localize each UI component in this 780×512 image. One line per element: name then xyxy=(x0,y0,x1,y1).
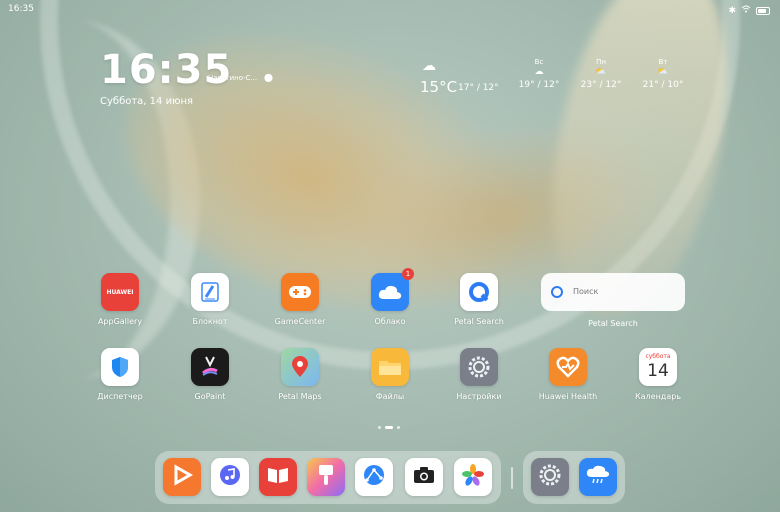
app-notepad[interactable]: Блокнот xyxy=(170,273,250,326)
app-petal-maps[interactable]: Petal Maps xyxy=(260,348,340,401)
gamepad-icon xyxy=(281,273,319,311)
app-petal-search[interactable]: Petal Search xyxy=(439,273,519,326)
app-cloud[interactable]: 1 Облако xyxy=(350,268,430,326)
location-pin-icon: ⬤ xyxy=(264,73,273,82)
page-dot[interactable] xyxy=(378,426,381,429)
notification-badge: 1 xyxy=(402,268,414,280)
play-icon xyxy=(171,464,194,490)
camera-icon xyxy=(412,465,436,489)
page-dot-active[interactable] xyxy=(385,426,393,429)
dock-weather-app[interactable] xyxy=(579,458,617,496)
cloud-rain-icon: ☁ xyxy=(422,58,436,74)
app-appgallery[interactable]: HUAWEI AppGallery xyxy=(80,273,160,326)
sun-cloud-icon: ⛅ xyxy=(657,67,669,77)
gopaint-icon xyxy=(191,348,229,386)
cloud-icon: 1 xyxy=(371,268,414,311)
wifi-icon xyxy=(741,5,751,16)
app-gamecenter[interactable]: GameCenter xyxy=(260,273,340,326)
dock-separator xyxy=(511,467,513,489)
forecast-day: Вс ☁ 19° / 12° xyxy=(514,58,564,90)
dock-settings-app[interactable] xyxy=(531,458,569,496)
status-time: 16:35 xyxy=(8,4,34,14)
dock-browser-app[interactable] xyxy=(355,458,393,496)
clock-time: 16:35 xyxy=(100,47,233,93)
app-gopaint[interactable]: GoPaint xyxy=(170,348,250,401)
app-dispatcher[interactable]: Диспетчер xyxy=(80,348,160,401)
appgallery-icon: HUAWEI xyxy=(101,273,139,311)
clock-widget[interactable]: 16:35 Нагатино-С... ⬤ Суббота, 14 июня xyxy=(100,47,273,107)
cloud-rain-icon: ☁ xyxy=(534,67,544,77)
dock-gallery-app[interactable] xyxy=(454,458,492,496)
petal-search-widget[interactable]: Поиск xyxy=(541,273,685,311)
flower-icon xyxy=(461,463,485,491)
page-indicator[interactable] xyxy=(378,426,400,429)
search-icon xyxy=(551,286,563,298)
app-calendar[interactable]: суббота 14 Календарь xyxy=(618,348,698,401)
search-placeholder: Поиск xyxy=(573,287,599,296)
gear-icon xyxy=(537,462,563,492)
app-huawei-health[interactable]: Huawei Health xyxy=(528,348,608,401)
forecast-day: Пн ⛅ 23° / 12° xyxy=(576,58,626,90)
bluetooth-icon: ✱ xyxy=(728,5,736,16)
dock-themes-app[interactable] xyxy=(307,458,345,496)
gear-icon xyxy=(460,348,498,386)
petal-search-icon xyxy=(460,273,498,311)
shield-icon xyxy=(101,348,139,386)
forecast-day: Вт ⛅ 21° / 10° xyxy=(638,58,688,90)
notepad-icon xyxy=(191,273,229,311)
clock-location: Нагатино-С... xyxy=(208,74,258,82)
heart-icon xyxy=(549,348,587,386)
dock-video-app[interactable] xyxy=(163,458,201,496)
app-files[interactable]: Файлы xyxy=(350,348,430,401)
dock-music-app[interactable] xyxy=(211,458,249,496)
brush-icon xyxy=(316,463,336,491)
music-note-icon xyxy=(218,463,242,491)
weather-current-temp: 15°C xyxy=(420,78,458,96)
calendar-icon: суббота 14 xyxy=(639,348,677,386)
globe-icon xyxy=(362,463,386,491)
calendar-weekday: суббота xyxy=(645,353,671,360)
cloud-rain-icon xyxy=(585,464,611,490)
weather-current-range: 17° / 12° xyxy=(458,83,499,93)
weather-widget[interactable]: ☁ 15°C 17° / 12° Вс ☁ 19° / 12° Пн ⛅ 23°… xyxy=(418,58,688,98)
book-icon xyxy=(266,465,290,489)
dock-camera-app[interactable] xyxy=(405,458,443,496)
status-bar: 16:35 ✱ xyxy=(8,4,770,18)
map-pin-icon xyxy=(281,348,319,386)
sun-cloud-icon: ⛅ xyxy=(595,67,607,77)
app-settings[interactable]: Настройки xyxy=(439,348,519,401)
folder-icon xyxy=(371,348,409,386)
petal-search-widget-label: Petal Search xyxy=(588,319,638,328)
calendar-day: 14 xyxy=(647,361,669,381)
page-dot[interactable] xyxy=(397,426,400,429)
clock-date: Суббота, 14 июня xyxy=(100,96,194,107)
battery-icon xyxy=(756,6,770,15)
dock-books-app[interactable] xyxy=(259,458,297,496)
